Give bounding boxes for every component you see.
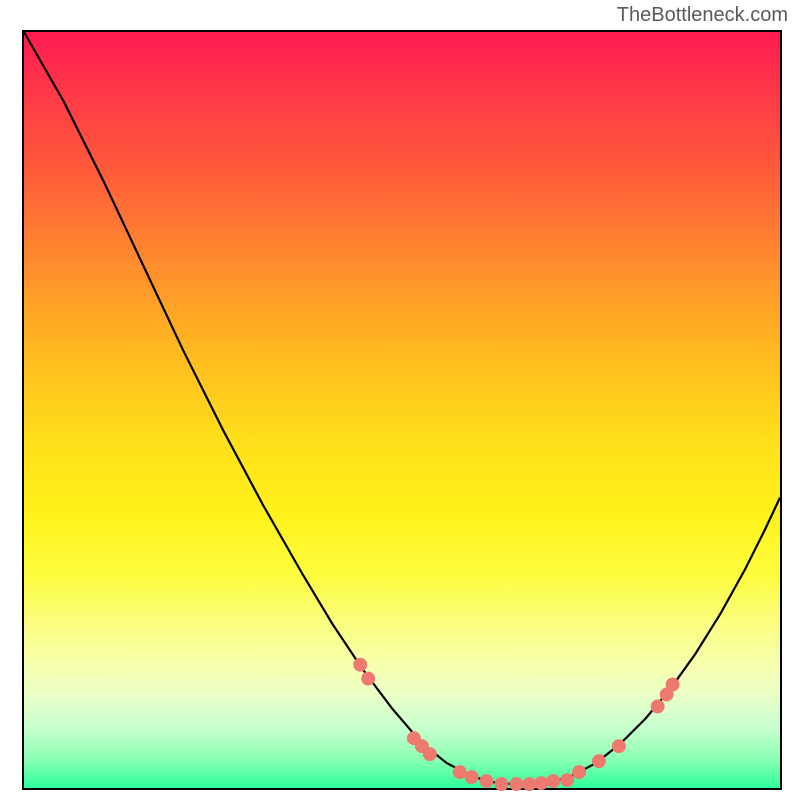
data-dot <box>509 777 523 791</box>
data-dot <box>546 774 560 788</box>
bottleneck-curve <box>24 32 780 784</box>
scatter-dots <box>353 658 679 791</box>
watermark-text: TheBottleneck.com <box>617 4 788 27</box>
data-dot <box>480 774 494 788</box>
data-dot <box>495 777 509 791</box>
data-dot <box>353 658 367 672</box>
data-dot <box>522 777 536 791</box>
data-dot <box>465 770 479 784</box>
chart-svg <box>24 32 780 788</box>
data-dot <box>572 765 586 779</box>
data-dot <box>453 765 467 779</box>
data-dot <box>534 776 548 790</box>
data-dot <box>592 754 606 768</box>
data-dot <box>651 699 665 713</box>
data-dot <box>666 678 680 692</box>
data-dot <box>560 773 574 787</box>
data-dot <box>361 672 375 686</box>
data-dot <box>612 739 626 753</box>
data-dot <box>423 747 437 761</box>
plot-area <box>22 30 782 790</box>
